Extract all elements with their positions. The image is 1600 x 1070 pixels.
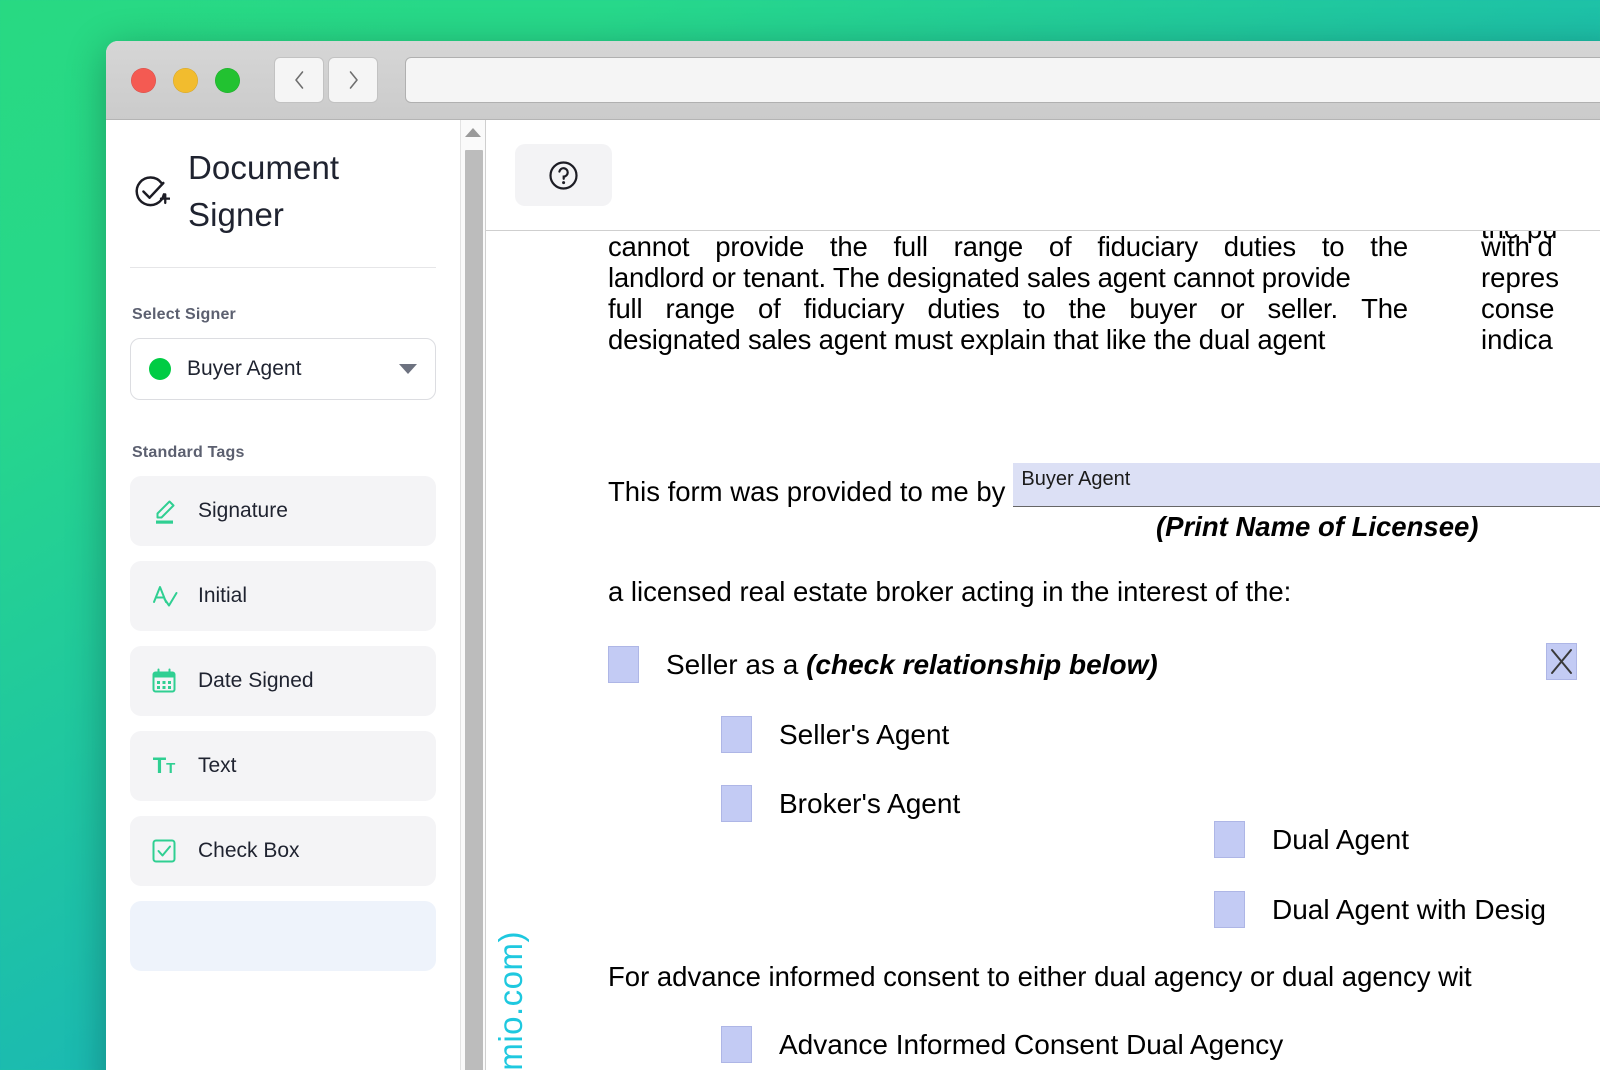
clipped-line-top: the pu [1481,231,1600,243]
x-mark-icon [1551,649,1572,674]
check-circle-plus-icon [135,176,170,207]
sidebar-divider [130,266,436,268]
checkbox-dual-agent-label: Dual Agent [1272,823,1409,855]
window-titlebar [106,41,1600,120]
checkbox-seller[interactable] [608,646,639,683]
tag-item-date-signed[interactable]: Date Signed [130,645,436,716]
checkbox-row-dual-agent-designated[interactable]: Dual Agent with Desig [1214,891,1546,928]
paragraph-line-1: cannot provide the full range of fiducia… [608,231,1408,262]
checkbox-sellers-agent[interactable] [721,716,752,753]
checkbox-row-advance-consent[interactable]: Advance Informed Consent Dual Agency [721,1026,1283,1063]
navigation-buttons [274,57,378,103]
tag-item-check-box[interactable]: Check Box [130,815,436,886]
calendar-icon [150,667,178,695]
checkbox-row-brokers-agent[interactable]: Broker's Agent [721,785,960,822]
help-button[interactable] [515,144,612,206]
checkbox-brokers-agent-label: Broker's Agent [779,787,961,819]
checkbox-row-seller[interactable]: Seller as a (check relationship below) [608,646,1158,683]
minimize-window-button[interactable] [173,67,198,93]
scrollbar-thumb[interactable] [465,150,483,1070]
standard-tags-label: Standard Tags [132,443,245,461]
advance-consent-line: For advance informed consent to either d… [608,961,1472,992]
sidebar-scrollbar[interactable] [460,120,486,1070]
checkbox-seller-label: Seller as a (check relationship below) [666,648,1158,680]
sidebar: Document Signer Select Signer Buyer Agen… [106,120,460,1070]
tag-label: Text [198,753,237,777]
print-name-caption: (Print Name of Licensee) [1156,511,1479,542]
checkbox-dual-agent[interactable] [1214,821,1245,858]
document-paragraph-left: cannot provide the full range of fiducia… [608,231,1408,355]
tag-item-signature[interactable]: Signature [130,475,436,546]
back-button[interactable] [274,57,324,103]
tag-item-initial[interactable]: Initial [130,560,436,631]
document-paragraph-right: the pu with d repres conse indica [1481,231,1600,355]
broker-interest-line: a licensed real estate broker acting in … [608,576,1292,607]
checkbox-marked-x[interactable] [1546,643,1577,680]
checkbox-row-marked[interactable] [1546,643,1577,680]
tag-label: Date Signed [198,668,314,692]
scroll-up-arrow-icon[interactable] [465,128,481,137]
checkbox-advance-consent[interactable] [721,1026,752,1063]
checkbox-row-dual-agent[interactable]: Dual Agent [1214,821,1409,858]
checkbox-dual-agent-designated-label: Dual Agent with Desig [1272,893,1546,925]
paragraph-line-4: designated sales agent must explain that… [608,324,1326,355]
tag-label: Check Box [198,838,300,862]
app-title-line1: Document [188,149,340,186]
licensee-name-field[interactable]: Buyer Agent [1013,463,1600,507]
paragraph-line-2: landlord or tenant. The designated sales… [608,262,1351,293]
traffic-lights [131,67,240,93]
app-title: Document Signer [188,145,339,239]
viewer-toolbar [486,120,1600,231]
checkbox-sellers-agent-label: Seller's Agent [779,718,950,750]
watermark-text: bhumio.com) [492,931,529,1070]
document-viewer: bhumio.com) cannot provide the full rang… [486,120,1600,1070]
forward-button[interactable] [328,57,378,103]
tag-item-custom[interactable] [130,900,436,971]
question-circle-icon [549,160,578,190]
paragraph-right-line-2: repres [1481,262,1559,293]
address-bar[interactable] [405,57,1600,103]
checkbox-row-sellers-agent[interactable]: Seller's Agent [721,716,949,753]
tag-label: Initial [198,583,248,607]
tag-item-text[interactable]: TT Text [130,730,436,801]
pencil-signature-icon [150,497,178,525]
chevron-down-icon [399,363,417,374]
app-brand: Document Signer [130,145,436,239]
close-window-button[interactable] [131,67,156,93]
browser-window: Document Signer Select Signer Buyer Agen… [106,41,1600,1070]
initial-a-check-icon [150,582,178,610]
signer-color-dot [149,357,171,380]
signer-dropdown[interactable]: Buyer Agent [130,337,436,400]
checkbox-brokers-agent[interactable] [721,785,752,822]
paragraph-right-line-3: conse [1481,293,1555,324]
signer-name-label: Buyer Agent [187,356,302,380]
chevron-left-icon [294,71,303,89]
checkbox-advance-consent-label: Advance Informed Consent Dual Agency [779,1028,1284,1060]
text-tt-icon: TT [152,752,176,778]
document-page: bhumio.com) cannot provide the full rang… [486,231,1600,1070]
checkbox-dual-agent-designated[interactable] [1214,891,1245,928]
select-signer-label: Select Signer [132,305,236,323]
checkbox-icon [150,837,178,865]
form-provided-by-row: This form was provided to me by Buyer Ag… [608,463,1600,507]
app-title-line2: Signer [188,195,284,233]
tag-label: Signature [198,498,288,522]
form-provided-by-label: This form was provided to me by [608,476,1006,507]
maximize-window-button[interactable] [215,67,240,93]
paragraph-body: cannot provide the full range of fiducia… [608,231,1408,355]
window-content: Document Signer Select Signer Buyer Agen… [106,120,1600,1070]
chevron-right-icon [349,71,358,89]
paragraph-right-line-4: indica [1481,324,1553,355]
paragraph-line-3: full range of fiduciary duties to the bu… [608,293,1408,324]
paragraph-right-line-0: the pu [1481,231,1600,243]
